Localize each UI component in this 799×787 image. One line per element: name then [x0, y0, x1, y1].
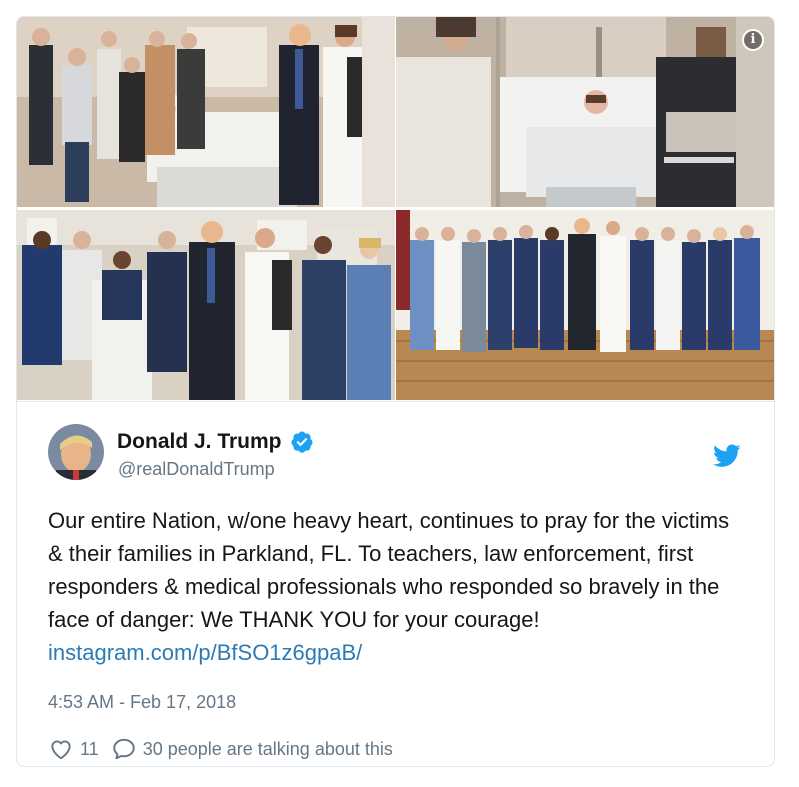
- tweet-link[interactable]: instagram.com/p/BfSO1z6gpaB/: [48, 640, 362, 665]
- info-icon[interactable]: i: [742, 29, 764, 51]
- twitter-bird-icon[interactable]: [713, 444, 741, 468]
- heart-icon: [51, 740, 71, 760]
- tweet-timestamp[interactable]: 4:53 AM - Feb 17, 2018: [48, 692, 236, 713]
- photo-hospital-room-family[interactable]: [17, 17, 395, 207]
- verified-badge-icon: [291, 431, 313, 453]
- avatar[interactable]: [48, 424, 104, 480]
- talking-about-label: 30 people are talking about this: [142, 738, 393, 759]
- author-handle[interactable]: @realDonaldTrump: [118, 459, 275, 480]
- tweet-text: Our entire Nation, w/one heavy heart, co…: [48, 504, 748, 669]
- author-display-name[interactable]: Donald J. Trump: [117, 430, 282, 454]
- conversation-button[interactable]: 30 people are talking about this: [111, 736, 393, 762]
- tweet-embed-card: i Donald J. Trump @realDonaldTrump Our e…: [16, 16, 775, 767]
- speech-bubble-icon: [112, 738, 135, 760]
- tweet-body: Donald J. Trump @realDonaldTrump Our ent…: [17, 401, 774, 766]
- like-button[interactable]: 11: [48, 736, 99, 762]
- author-name-row: Donald J. Trump: [117, 430, 314, 454]
- tweet-actions: 11 30 people are talking about this: [48, 736, 393, 762]
- photo-grid: i: [17, 17, 774, 400]
- like-count: 11: [80, 738, 99, 759]
- photo-medical-staff-group[interactable]: [17, 210, 395, 400]
- photo-nurses-group-line[interactable]: [396, 210, 774, 400]
- tweet-text-body: Our entire Nation, w/one heavy heart, co…: [48, 508, 730, 632]
- photo-hospital-room-patient[interactable]: i: [396, 17, 774, 207]
